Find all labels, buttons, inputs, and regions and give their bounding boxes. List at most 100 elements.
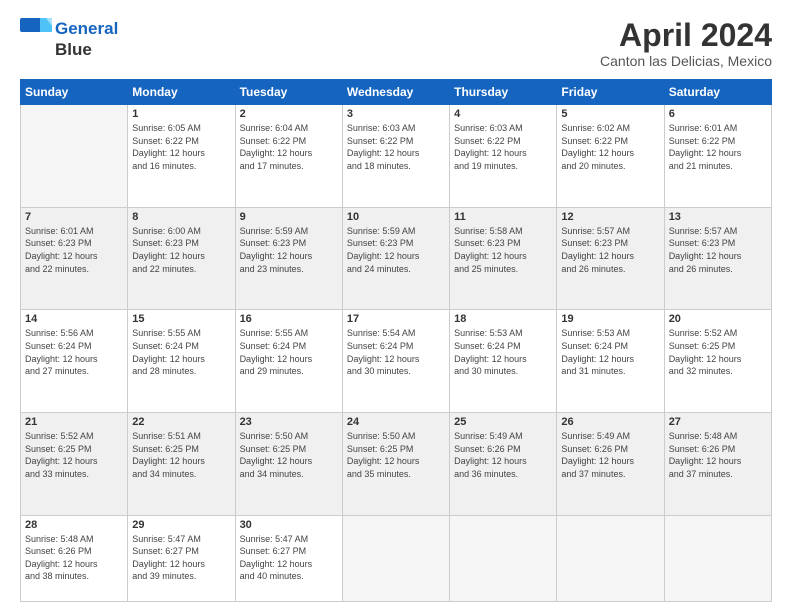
month-title: April 2024 — [600, 18, 772, 53]
day-number: 3 — [347, 108, 445, 120]
day-number: 17 — [347, 313, 445, 325]
day-number: 28 — [25, 519, 123, 531]
cell-2-3: 9 Sunrise: 5:59 AMSunset: 6:23 PMDaylight… — [235, 207, 342, 310]
cell-info: Sunrise: 5:51 AMSunset: 6:25 PMDaylight:… — [132, 430, 230, 480]
cell-3-7: 20 Sunrise: 5:52 AMSunset: 6:25 PMDayligh… — [664, 310, 771, 413]
cell-info: Sunrise: 5:52 AMSunset: 6:25 PMDaylight:… — [25, 430, 123, 480]
day-number: 1 — [132, 108, 230, 120]
cell-3-3: 16 Sunrise: 5:55 AMSunset: 6:24 PMDayligh… — [235, 310, 342, 413]
cell-4-1: 21 Sunrise: 5:52 AMSunset: 6:25 PMDayligh… — [21, 413, 128, 516]
cell-info: Sunrise: 5:57 AMSunset: 6:23 PMDaylight:… — [669, 225, 767, 275]
cell-4-7: 27Sunrise: 5:48 AMSunset: 6:26 PMDayligh… — [664, 413, 771, 516]
cell-info: Sunrise: 5:55 AMSunset: 6:24 PMDaylight:… — [240, 327, 338, 377]
day-header-thursday: Thursday — [450, 80, 557, 105]
cell-5-1: 28 Sunrise: 5:48 AMSunset: 6:26 PMDayligh… — [21, 515, 128, 601]
day-number: 22 — [132, 416, 230, 428]
cell-5-7 — [664, 515, 771, 601]
week-row-2: 7Sunrise: 6:01 AMSunset: 6:23 PMDaylight… — [21, 207, 772, 310]
day-number: 25 — [454, 416, 552, 428]
day-number: 23 — [240, 416, 338, 428]
cell-info: Sunrise: 6:01 AMSunset: 6:22 PMDaylight:… — [669, 122, 767, 172]
cell-4-4: 24 Sunrise: 5:50 AMSunset: 6:25 PMDayligh… — [342, 413, 449, 516]
day-number: 8 — [132, 211, 230, 223]
cell-info: Sunrise: 5:52 AMSunset: 6:25 PMDaylight:… — [669, 327, 767, 377]
day-number: 15 — [132, 313, 230, 325]
cell-info: Sunrise: 5:59 AMSunset: 6:23 PMDaylight:… — [240, 225, 338, 275]
cell-1-3: 2Sunrise: 6:04 AMSunset: 6:22 PMDaylight… — [235, 105, 342, 208]
day-header-monday: Monday — [128, 80, 235, 105]
cell-2-7: 13 Sunrise: 5:57 AMSunset: 6:23 PMDayligh… — [664, 207, 771, 310]
day-number: 13 — [669, 211, 767, 223]
cell-4-3: 23 Sunrise: 5:50 AMSunset: 6:25 PMDayligh… — [235, 413, 342, 516]
cell-info: Sunrise: 5:56 AMSunset: 6:24 PMDaylight:… — [25, 327, 123, 377]
day-number: 26 — [561, 416, 659, 428]
logo-icon — [20, 18, 52, 40]
cell-1-5: 4 Sunrise: 6:03 AMSunset: 6:22 PMDaylight… — [450, 105, 557, 208]
day-header-tuesday: Tuesday — [235, 80, 342, 105]
header: General Blue April 2024 Canton las Delic… — [20, 18, 772, 69]
cell-1-1 — [21, 105, 128, 208]
cell-2-6: 12 Sunrise: 5:57 AMSunset: 6:23 PMDayligh… — [557, 207, 664, 310]
day-number: 4 — [454, 108, 552, 120]
cell-info: Sunrise: 6:05 AMSunset: 6:22 PMDaylight:… — [132, 122, 230, 172]
logo: General Blue — [20, 18, 118, 60]
day-number: 7 — [25, 211, 123, 223]
cell-1-4: 3 Sunrise: 6:03 AMSunset: 6:22 PMDaylight… — [342, 105, 449, 208]
page: General Blue April 2024 Canton las Delic… — [0, 0, 792, 612]
cell-info: Sunrise: 5:53 AMSunset: 6:24 PMDaylight:… — [561, 327, 659, 377]
cell-info: Sunrise: 5:54 AMSunset: 6:24 PMDaylight:… — [347, 327, 445, 377]
day-number: 24 — [347, 416, 445, 428]
cell-info: Sunrise: 5:47 AMSunset: 6:27 PMDaylight:… — [240, 533, 338, 583]
title-block: April 2024 Canton las Delicias, Mexico — [600, 18, 772, 69]
cell-2-5: 11 Sunrise: 5:58 AMSunset: 6:23 PMDayligh… — [450, 207, 557, 310]
day-number: 5 — [561, 108, 659, 120]
day-number: 18 — [454, 313, 552, 325]
cell-3-4: 17 Sunrise: 5:54 AMSunset: 6:24 PMDayligh… — [342, 310, 449, 413]
cell-info: Sunrise: 5:55 AMSunset: 6:24 PMDaylight:… — [132, 327, 230, 377]
day-header-wednesday: Wednesday — [342, 80, 449, 105]
cell-5-6 — [557, 515, 664, 601]
day-number: 12 — [561, 211, 659, 223]
cell-3-5: 18Sunrise: 5:53 AMSunset: 6:24 PMDayligh… — [450, 310, 557, 413]
subtitle: Canton las Delicias, Mexico — [600, 53, 772, 69]
day-number: 10 — [347, 211, 445, 223]
cell-info: Sunrise: 6:03 AMSunset: 6:22 PMDaylight:… — [454, 122, 552, 172]
day-number: 9 — [240, 211, 338, 223]
cell-info: Sunrise: 5:48 AMSunset: 6:26 PMDaylight:… — [669, 430, 767, 480]
cell-info: Sunrise: 5:48 AMSunset: 6:26 PMDaylight:… — [25, 533, 123, 583]
cell-info: Sunrise: 5:59 AMSunset: 6:23 PMDaylight:… — [347, 225, 445, 275]
day-number: 20 — [669, 313, 767, 325]
week-row-1: 1 Sunrise: 6:05 AMSunset: 6:22 PMDaylight… — [21, 105, 772, 208]
header-row: SundayMondayTuesdayWednesdayThursdayFrid… — [21, 80, 772, 105]
day-number: 2 — [240, 108, 338, 120]
cell-5-3: 30 Sunrise: 5:47 AMSunset: 6:27 PMDayligh… — [235, 515, 342, 601]
cell-info: Sunrise: 5:58 AMSunset: 6:23 PMDaylight:… — [454, 225, 552, 275]
cell-info: Sunrise: 5:47 AMSunset: 6:27 PMDaylight:… — [132, 533, 230, 583]
cell-info: Sunrise: 5:57 AMSunset: 6:23 PMDaylight:… — [561, 225, 659, 275]
day-number: 30 — [240, 519, 338, 531]
day-number: 16 — [240, 313, 338, 325]
week-row-3: 14 Sunrise: 5:56 AMSunset: 6:24 PMDayligh… — [21, 310, 772, 413]
cell-4-6: 26Sunrise: 5:49 AMSunset: 6:26 PMDayligh… — [557, 413, 664, 516]
day-number: 6 — [669, 108, 767, 120]
cell-info: Sunrise: 5:50 AMSunset: 6:25 PMDaylight:… — [347, 430, 445, 480]
cell-2-1: 7Sunrise: 6:01 AMSunset: 6:23 PMDaylight… — [21, 207, 128, 310]
cell-info: Sunrise: 6:00 AMSunset: 6:23 PMDaylight:… — [132, 225, 230, 275]
day-number: 19 — [561, 313, 659, 325]
day-number: 14 — [25, 313, 123, 325]
cell-3-1: 14 Sunrise: 5:56 AMSunset: 6:24 PMDayligh… — [21, 310, 128, 413]
day-header-sunday: Sunday — [21, 80, 128, 105]
cell-info: Sunrise: 5:49 AMSunset: 6:26 PMDaylight:… — [454, 430, 552, 480]
cell-5-5 — [450, 515, 557, 601]
cell-info: Sunrise: 6:03 AMSunset: 6:22 PMDaylight:… — [347, 122, 445, 172]
logo-text-blue: Blue — [55, 40, 92, 60]
day-number: 11 — [454, 211, 552, 223]
calendar-table: SundayMondayTuesdayWednesdayThursdayFrid… — [20, 79, 772, 602]
cell-info: Sunrise: 5:50 AMSunset: 6:25 PMDaylight:… — [240, 430, 338, 480]
cell-1-6: 5Sunrise: 6:02 AMSunset: 6:22 PMDaylight… — [557, 105, 664, 208]
cell-5-2: 29Sunrise: 5:47 AMSunset: 6:27 PMDayligh… — [128, 515, 235, 601]
day-number: 21 — [25, 416, 123, 428]
cell-4-2: 22 Sunrise: 5:51 AMSunset: 6:25 PMDayligh… — [128, 413, 235, 516]
cell-1-7: 6 Sunrise: 6:01 AMSunset: 6:22 PMDaylight… — [664, 105, 771, 208]
week-row-5: 28 Sunrise: 5:48 AMSunset: 6:26 PMDayligh… — [21, 515, 772, 601]
